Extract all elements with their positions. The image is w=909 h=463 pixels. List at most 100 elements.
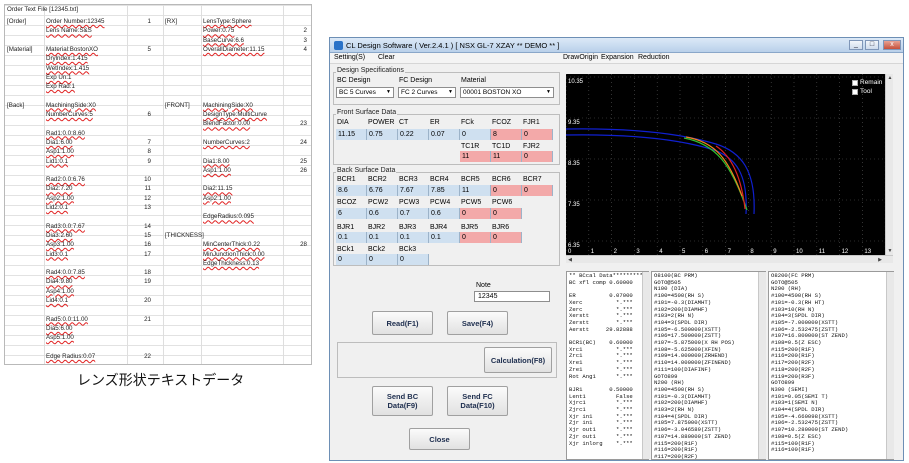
menu-expansion[interactable]: Expansion (601, 54, 634, 61)
bc-design-value: BC 5 Curves (339, 89, 376, 96)
sheet-cell: NumberCurves:2 (203, 138, 250, 146)
sheet-cell: 1 (147, 18, 151, 25)
bc-program-pane[interactable]: O8100(BC PRM) GOTO@505 N100 (DIA) #100=4… (651, 271, 766, 460)
field-value[interactable]: 6 (336, 208, 367, 219)
send-bc-button[interactable]: Send BC Data(F9) (372, 386, 433, 416)
calculation-button[interactable]: Calculation(F8) (484, 347, 552, 373)
title-bar: CL Design Software ( Ver.2.4.1 ) [ NSX G… (330, 38, 903, 53)
field-value[interactable]: 0.07 (429, 129, 460, 140)
field-header: BJR1 (337, 224, 355, 231)
field-value[interactable]: 7.67 (398, 185, 429, 196)
field-value[interactable]: 6.76 (367, 185, 398, 196)
field-value[interactable]: 0.6 (429, 208, 460, 219)
fc-design-select[interactable]: FC 2 Curves ▼ (398, 87, 456, 98)
tool-label: Tool (860, 88, 872, 95)
field-value[interactable]: 0.1 (398, 232, 429, 243)
scroll-down-icon[interactable]: ▼ (886, 247, 894, 255)
remain-label: Remain (860, 79, 883, 86)
remain-checkbox[interactable]: Remain (852, 79, 882, 86)
sheet-cell: 4 (303, 45, 307, 53)
note-input[interactable] (474, 291, 550, 302)
sheet-cell: Lens Name:S&S (46, 27, 92, 35)
material-label: Material (461, 77, 486, 84)
field-value[interactable]: 0.7 (398, 208, 429, 219)
field-value[interactable]: 0.1 (336, 232, 367, 243)
plot-vertical-scrollbar[interactable]: ▲ ▼ (885, 74, 893, 255)
pane2-scrollbar[interactable] (758, 272, 766, 459)
field-header: BCk1 (337, 246, 355, 253)
chevron-down-icon: ▼ (386, 89, 391, 95)
save-button[interactable]: Save(F4) (447, 311, 508, 335)
send-fc-button[interactable]: Send FC Data(F10) (447, 386, 508, 416)
field-value[interactable]: 0.1 (367, 232, 398, 243)
sheet-cell: [Back] (7, 101, 25, 109)
close-window-button[interactable]: x (883, 40, 901, 50)
field-value[interactable]: 0.22 (398, 129, 429, 140)
bc-design-select[interactable]: BC 5 Curves ▼ (336, 87, 394, 98)
field-value[interactable]: 0 (460, 208, 491, 219)
field-value[interactable]: 8.6 (336, 185, 367, 196)
field-value[interactable]: 11.15 (336, 129, 367, 140)
sheet-cell: 20 (144, 297, 151, 304)
scroll-right-icon[interactable]: ▶ (876, 256, 884, 264)
field-header: POWER (368, 119, 395, 126)
menu-clear[interactable]: Clear (378, 54, 395, 61)
tool-checkbox[interactable]: Tool (852, 88, 872, 95)
bccal-data-pane[interactable]: ** BCcal Data********* BC xfl comp 0.600… (566, 271, 649, 460)
col-divider (283, 5, 284, 364)
sheet-cell: [Order] (7, 18, 27, 25)
menu-setting[interactable]: Setting(S) (334, 54, 365, 61)
minimize-button[interactable]: _ (849, 40, 863, 50)
field-value[interactable]: 0 (491, 185, 522, 196)
pane1-scrollbar[interactable] (642, 272, 650, 459)
field-value[interactable]: 0.75 (367, 129, 398, 140)
field-value[interactable]: 0 (522, 185, 553, 196)
material-select[interactable]: 00001 BOSTON XO ▼ (460, 87, 554, 98)
field-value[interactable]: 8 (491, 129, 522, 140)
sheet-cell: Asp2:1.00 (203, 194, 231, 202)
field-value[interactable]: 0 (522, 151, 553, 162)
cl-design-window: CL Design Software ( Ver.2.4.1 ) [ NSX G… (329, 37, 904, 461)
scroll-up-icon[interactable]: ▲ (886, 74, 894, 82)
field-value[interactable]: 11 (491, 151, 522, 162)
field-value[interactable]: 11 (460, 151, 491, 162)
field-value[interactable]: 11 (460, 185, 491, 196)
plot-horizontal-scrollbar[interactable]: ◀ ▶ (566, 255, 893, 263)
maximize-button[interactable]: □ (865, 40, 879, 50)
field-value[interactable]: 0 (460, 129, 491, 140)
sheet-cell: 24 (300, 138, 307, 146)
field-value[interactable]: 0 (336, 254, 367, 265)
field-header: BCR2 (368, 176, 387, 183)
close-button[interactable]: Close (409, 428, 470, 450)
field-header: BJR4 (430, 224, 448, 231)
material-value: 00001 BOSTON XO (463, 89, 522, 96)
field-value[interactable]: 0.1 (429, 232, 460, 243)
field-value[interactable]: 0 (398, 254, 429, 265)
field-value[interactable]: 0 (367, 254, 398, 265)
scroll-left-icon[interactable]: ◀ (566, 256, 574, 264)
chevron-down-icon: ▼ (448, 89, 453, 95)
field-value[interactable]: 7.85 (429, 185, 460, 196)
field-header: BCk2 (368, 246, 386, 253)
field-value[interactable]: 0.6 (367, 208, 398, 219)
field-header: BCR3 (399, 176, 418, 183)
sheet-cell: Lid2:0.1 (46, 204, 69, 211)
order-text-sheet: Order Text File [12345.txt] [Order] Order… (4, 4, 312, 365)
profile-curve (566, 128, 755, 215)
sheet-cell: 13 (144, 204, 151, 211)
field-value[interactable]: 0 (522, 129, 553, 140)
field-header: BCk3 (399, 246, 417, 253)
lens-profile-plot[interactable]: 10.359.358.357.356.350123456789101112131… (566, 74, 893, 263)
field-value[interactable]: 0 (460, 232, 491, 243)
fc-program-pane[interactable]: O8200(FC PRM) GOTO@505 N200 (RH) #100=45… (768, 271, 894, 460)
sheet-cell: Asp1:1.00 (203, 166, 231, 174)
sheet-cell: 21 (144, 315, 151, 323)
read-button[interactable]: Read(F1) (372, 311, 433, 335)
field-value[interactable]: 0 (491, 232, 522, 243)
menu-reduction[interactable]: Reduction (638, 54, 670, 61)
field-header: BCR6 (492, 176, 511, 183)
pane3-scrollbar[interactable] (886, 272, 894, 459)
field-value[interactable]: 0 (491, 208, 522, 219)
checkbox-icon (852, 79, 858, 86)
menu-draw-origin[interactable]: DrawOrigin (563, 54, 598, 61)
